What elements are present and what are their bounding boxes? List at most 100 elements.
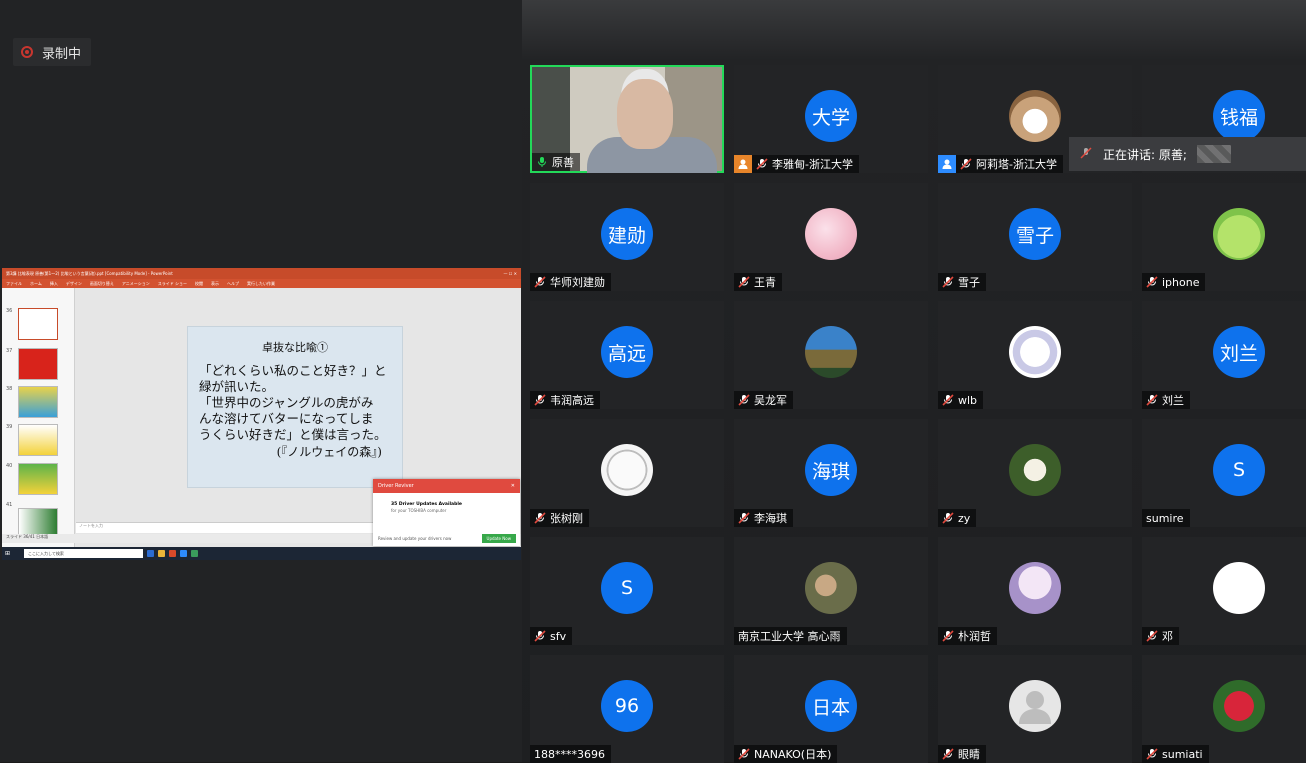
pink-flowers-avatar-icon <box>805 208 857 260</box>
participant-tile[interactable]: 眼睛 <box>938 655 1132 763</box>
participant-name: 南京工业大学 高心雨 <box>738 630 841 643</box>
ribbon-tab[interactable]: アニメーション <box>122 281 150 287</box>
slide-thumb[interactable] <box>18 348 58 380</box>
lighthouse-avatar-icon <box>805 326 857 378</box>
slide-thumb[interactable] <box>18 308 58 340</box>
participant-tile[interactable]: Ssfv <box>530 537 724 645</box>
popup-footer: Review and update your drivers now <box>378 536 452 541</box>
slide-source: (『ノルウェイの森』) <box>276 445 382 459</box>
active-speaker-banner: 正在讲话: 原善; <box>1069 137 1306 171</box>
ribbon-tab[interactable]: 校閲 <box>195 281 203 287</box>
window-controls-icon[interactable]: — ☐ ✕ <box>504 271 517 276</box>
cat-photo-avatar-icon <box>1009 90 1061 142</box>
slide-thumbnails[interactable]: 36 37 38 39 40 41 <box>2 288 75 547</box>
participant-tile[interactable]: 建勋华师刘建勋 <box>530 183 724 291</box>
windows-start-icon[interactable]: ⊞ <box>5 550 10 557</box>
muted-mic-icon <box>738 276 750 288</box>
participant-tile[interactable]: 日本 NANAKO(日本) <box>734 655 928 763</box>
participant-tile[interactable]: 吴龙军 <box>734 301 928 409</box>
participant-tile[interactable]: 邓 <box>1142 537 1306 645</box>
participant-tile[interactable]: 王青 <box>734 183 928 291</box>
participant-tile[interactable]: 海琪 李海琪 <box>734 419 928 527</box>
participant-name: 华师刘建勋 <box>550 276 605 289</box>
ribbon-tab[interactable]: 画面切り替え <box>90 281 114 287</box>
slide-thumb[interactable] <box>18 424 58 456</box>
muted-mic-icon <box>942 748 954 760</box>
gallery-view: 原善 大学 李雅甸-浙江大学 阿莉塔-浙江大学 钱福 建勋 华师刘建勋 王青 雪子 雪子 iphon… <box>522 0 1306 763</box>
participant-tile[interactable]: 朴润哲 <box>938 537 1132 645</box>
close-icon[interactable]: ✕ <box>511 483 515 489</box>
participant-tile[interactable]: 96 188****3696 <box>530 655 724 763</box>
recording-indicator[interactable]: 录制中 <box>13 38 92 66</box>
participant-nameplate: 雪子 <box>938 273 986 291</box>
muted-mic-icon <box>534 630 546 642</box>
ribbon-tab[interactable]: スライド ショー <box>158 281 187 287</box>
ribbon-tab[interactable]: ホーム <box>30 281 42 287</box>
participant-name: sfv <box>550 629 567 643</box>
zoom-icon[interactable] <box>180 550 188 557</box>
popup-line1: 35 Driver Updates Available <box>391 502 462 507</box>
participant-nameplate: sumiati <box>1142 745 1209 763</box>
participant-tile[interactable]: 雪子 雪子 <box>938 183 1132 291</box>
shared-screen[interactable]: 第3講 比喩表現 原善(第1〜2) 比喩という言葉(改).ppt [Compat… <box>2 268 521 560</box>
thumb-number: 36 <box>6 308 13 314</box>
ribbon-tab[interactable]: ヘルプ <box>227 281 239 287</box>
ribbon-tabs: ファイル ホーム 挿入 デザイン 画面切り替え アニメーション スライド ショー 校閲 表示 ヘル… <box>2 279 521 288</box>
participant-name: 邓 <box>1162 630 1173 643</box>
slide-thumb[interactable] <box>18 386 58 418</box>
participant-tile[interactable]: 南京工业大学 高心雨 <box>734 537 928 645</box>
slide-thumb[interactable] <box>18 463 58 495</box>
ribbon-tab[interactable]: 表示 <box>211 281 219 287</box>
taskbar-app-icon[interactable] <box>191 550 199 557</box>
participant-name: 韦润高远 <box>550 394 594 407</box>
windows-taskbar: ⊞ ここに入力して検索 <box>2 547 521 560</box>
participant-tile[interactable]: sumiati <box>1142 655 1306 763</box>
participant-nameplate: sfv <box>530 627 573 645</box>
avatar: 高远 <box>601 326 653 378</box>
muted-mic-icon <box>1146 276 1158 288</box>
participant-tile[interactable]: 张树刚 <box>530 419 724 527</box>
participant-nameplate: wlb <box>938 391 984 409</box>
sketch-drawing-avatar-icon <box>1009 326 1061 378</box>
participant-nameplate: 刘兰 <box>1142 391 1190 409</box>
popup-line2: for your TOSHIBA computer <box>391 508 447 513</box>
participant-tile[interactable]: 刘兰 刘兰 <box>1142 301 1306 409</box>
participant-tile[interactable]: zy <box>938 419 1132 527</box>
powerpoint-icon[interactable] <box>169 550 177 557</box>
slide-body: 「どれくらい私のこと好き？」と 緑が訊いた。 「世界中のジャングルの虎がみ んな… <box>199 363 387 442</box>
ribbon-tab[interactable]: ファイル <box>6 281 22 287</box>
ribbon-tab[interactable]: デザイン <box>66 281 82 287</box>
participant-name: sumiati <box>1162 747 1203 761</box>
muted-mic-icon <box>1146 630 1158 642</box>
avatar: 大学 <box>805 90 857 142</box>
muted-mic-icon <box>942 512 954 524</box>
muted-mic-icon <box>738 512 750 524</box>
red-flower-avatar-icon <box>1213 680 1265 732</box>
calligraphy-avatar-icon <box>1213 562 1265 614</box>
participant-tile[interactable]: wlb <box>938 301 1132 409</box>
ribbon-tab[interactable]: 挿入 <box>50 281 58 287</box>
muted-mic-icon <box>942 394 954 406</box>
participant-name: 188****3696 <box>534 747 605 761</box>
participant-nameplate: 邓 <box>1142 627 1179 645</box>
thumb-number: 41 <box>6 502 13 508</box>
update-now-button[interactable]: Update Now <box>481 534 516 543</box>
muted-mic-icon <box>1146 394 1158 406</box>
taskbar-app-icon[interactable] <box>147 550 155 557</box>
participant-tile[interactable]: 大学 李雅甸-浙江大学 <box>734 65 928 173</box>
participant-nameplate: 朴润哲 <box>938 627 997 645</box>
folder-icon[interactable] <box>158 550 166 557</box>
participant-tile[interactable]: Ssumire <box>1142 419 1306 527</box>
avatar: 建勋 <box>601 208 653 260</box>
thumb-number: 37 <box>6 348 13 354</box>
participant-tile[interactable]: 高远韦润高远 <box>530 301 724 409</box>
slide-heading: 卓抜な比喩① <box>262 341 328 354</box>
thumb-number: 38 <box>6 386 13 392</box>
participant-tile[interactable]: 原善 <box>530 65 724 173</box>
participant-name: iphone <box>1162 275 1200 289</box>
taskbar-search[interactable]: ここに入力して検索 <box>24 549 144 558</box>
mic-icon <box>536 156 548 168</box>
ribbon-tab[interactable]: 実行したい作業 <box>247 281 275 287</box>
avatar: 钱福 <box>1213 90 1265 142</box>
participant-tile[interactable]: iphone <box>1142 183 1306 291</box>
